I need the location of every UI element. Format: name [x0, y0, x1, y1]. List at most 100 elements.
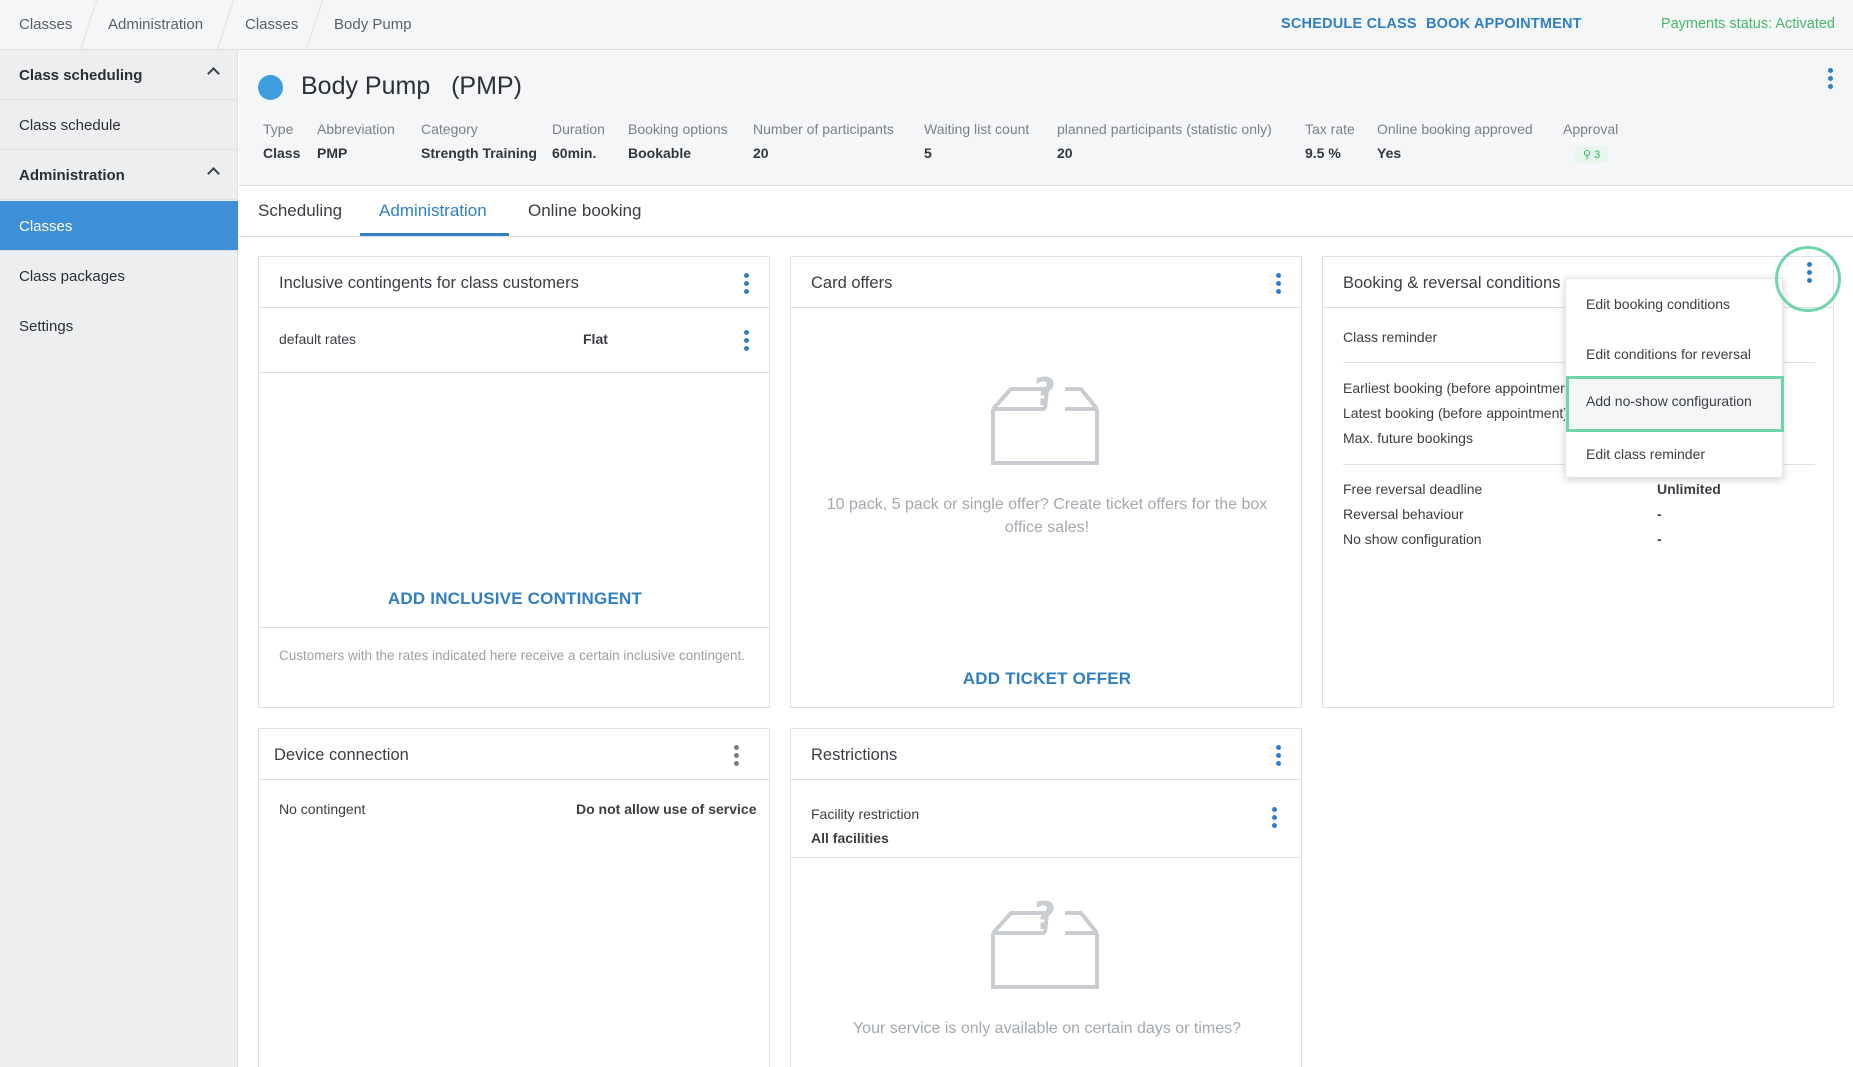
sidebar-item-class-packages[interactable]: Class packages: [0, 251, 238, 301]
attr-label: Abbreviation: [317, 121, 395, 137]
svg-text:?: ?: [1034, 895, 1056, 938]
sidebar: Class scheduling Class schedule Administ…: [0, 50, 238, 1067]
sidebar-section-class-scheduling[interactable]: Class scheduling: [0, 50, 238, 100]
sidebar-item-class-schedule[interactable]: Class schedule: [0, 100, 238, 150]
attr-label: Duration: [552, 121, 605, 137]
free-reversal-value: Unlimited: [1657, 481, 1721, 497]
tab-administration[interactable]: Administration: [379, 201, 487, 221]
sidebar-item-label: Class packages: [19, 268, 125, 285]
booking-conditions-more-icon[interactable]: [1806, 262, 1812, 284]
divider: [791, 779, 1301, 780]
attr-online-booking: Online booking approved Yes: [1377, 121, 1533, 161]
menu-item-edit-reversal-conditions[interactable]: Edit conditions for reversal: [1566, 329, 1784, 379]
attr-label: Tax rate: [1305, 121, 1355, 137]
attr-value: Class: [263, 145, 301, 161]
breadcrumb-administration[interactable]: Administration: [108, 16, 203, 33]
sidebar-item-label: Classes: [19, 218, 73, 235]
restrictions-more-icon[interactable]: [1275, 745, 1281, 767]
location-pin-icon: ⚲: [1583, 149, 1592, 161]
card-card-offers: Card offers ? 10 pack, 5 pack or single …: [790, 256, 1302, 708]
restrictions-empty-message: Your service is only available on certai…: [852, 1020, 1242, 1037]
device-more-icon[interactable]: [733, 745, 739, 767]
no-show-label: No show configuration: [1343, 531, 1482, 547]
attr-type: Type Class: [263, 121, 300, 161]
card-offers-empty-message: 10 pack, 5 pack or single offer? Create …: [826, 496, 1268, 536]
approval-count: 3: [1594, 149, 1601, 161]
menu-item-add-no-show-configuration[interactable]: Add no-show configuration: [1566, 376, 1784, 432]
divider: [259, 372, 769, 373]
attr-value: 60min.: [552, 145, 597, 161]
schedule-class-button[interactable]: SCHEDULE CLASS: [1281, 16, 1417, 32]
attr-tax-rate: Tax rate 9.5 %: [1305, 121, 1355, 161]
divider: [259, 307, 769, 308]
tab-online-booking[interactable]: Online booking: [528, 201, 641, 221]
contingents-more-icon[interactable]: [743, 273, 749, 295]
card-restrictions: Restrictions Facility restriction All fa…: [790, 728, 1302, 1067]
active-tab-indicator: [360, 233, 509, 236]
sidebar-item-classes[interactable]: Classes: [0, 201, 238, 251]
menu-item-edit-class-reminder[interactable]: Edit class reminder: [1566, 429, 1784, 479]
add-inclusive-contingent-button[interactable]: ADD INCLUSIVE CONTINGENT: [259, 589, 771, 609]
earliest-booking-label: Earliest booking (before appointment): [1343, 380, 1577, 396]
facility-restriction-value: All facilities: [811, 830, 889, 846]
sidebar-item-label: Class schedule: [19, 117, 121, 134]
reversal-behaviour-value: -: [1657, 506, 1662, 522]
sidebar-item-label: Class scheduling: [19, 67, 143, 84]
top-bar: Classes Administration Classes Body Pump…: [0, 0, 1853, 50]
attr-booking-options: Booking options Bookable: [628, 121, 728, 161]
sidebar-section-administration[interactable]: Administration: [0, 150, 238, 200]
device-row-label: No contingent: [279, 801, 366, 817]
rate-more-icon[interactable]: [743, 330, 749, 352]
attr-label: Online booking approved: [1377, 121, 1533, 137]
chevron-up-icon: [207, 67, 220, 80]
attr-value: 20: [753, 145, 769, 161]
divider: [791, 857, 1301, 858]
empty-box-icon: ?: [991, 895, 1099, 989]
device-row-value: Do not allow use of service: [576, 801, 757, 817]
attr-abbreviation: Abbreviation PMP: [317, 121, 395, 161]
sidebar-item-label: Administration: [19, 167, 125, 184]
breadcrumb-separator: [216, 0, 235, 50]
attr-approval: Approval ⚲ 3: [1563, 121, 1618, 163]
card-inclusive-contingents: Inclusive contingents for class customer…: [258, 256, 770, 708]
header-more-icon[interactable]: [1827, 68, 1833, 90]
tab-bar: Scheduling Administration Online booking: [239, 187, 1853, 237]
breadcrumb-classes[interactable]: Classes: [19, 16, 72, 33]
card-offers-more-icon[interactable]: [1275, 273, 1281, 295]
max-future-bookings-label: Max. future bookings: [1343, 430, 1473, 446]
attr-label: Type: [263, 121, 294, 137]
attr-participants: Number of participants 20: [753, 121, 894, 161]
class-name: Body Pump: [301, 72, 431, 100]
svg-text:?: ?: [1034, 371, 1056, 414]
page-title: Body Pump (PMP): [301, 72, 522, 101]
attr-value: Yes: [1377, 145, 1402, 161]
attr-value: 20: [1057, 145, 1073, 161]
facility-more-icon[interactable]: [1271, 807, 1277, 829]
add-ticket-offer-button[interactable]: ADD TICKET OFFER: [791, 669, 1303, 689]
divider: [791, 307, 1301, 308]
divider: [259, 627, 769, 628]
approval-badge[interactable]: ⚲ 3: [1575, 146, 1609, 163]
menu-item-edit-booking-conditions[interactable]: Edit booking conditions: [1566, 279, 1784, 329]
free-reversal-label: Free reversal deadline: [1343, 481, 1483, 497]
card-title: Inclusive contingents for class customer…: [279, 274, 579, 292]
attr-duration: Duration 60min.: [552, 121, 605, 161]
card-title: Card offers: [811, 274, 893, 292]
payments-status: Payments status: Activated: [1660, 16, 1835, 32]
sidebar-item-settings[interactable]: Settings: [0, 301, 238, 351]
rate-value: Flat: [583, 331, 608, 347]
attr-planned-participants: planned participants (statistic only) 20: [1057, 121, 1272, 161]
breadcrumb-classes-2[interactable]: Classes: [245, 16, 298, 33]
tab-scheduling[interactable]: Scheduling: [258, 201, 342, 221]
book-appointment-button[interactable]: BOOK APPOINTMENT: [1426, 16, 1582, 32]
attr-label: Number of participants: [753, 121, 894, 137]
breadcrumb-current: Body Pump: [334, 16, 412, 33]
chevron-up-icon: [207, 167, 220, 180]
class-color-indicator: [258, 75, 283, 100]
rate-label: default rates: [279, 331, 357, 347]
attr-value: 9.5 %: [1305, 145, 1341, 161]
card-title: Booking & reversal conditions: [1343, 274, 1561, 292]
class-abbreviation: (PMP): [451, 72, 522, 100]
attr-label: planned participants (statistic only): [1057, 121, 1272, 137]
attr-category: Category Strength Training: [421, 121, 537, 161]
